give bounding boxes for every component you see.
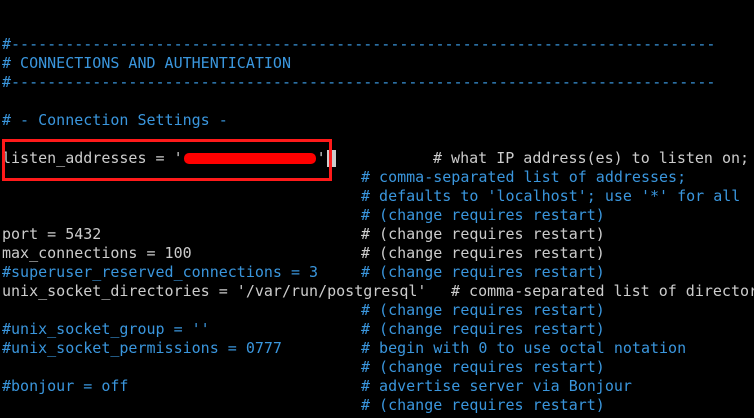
comment-line: # advertise server via Bonjour	[361, 377, 632, 395]
terminal-window[interactable]: #---------------------------------------…	[0, 0, 754, 418]
comment-line: # (change requires restart)	[361, 225, 605, 243]
subsection-heading: # - Connection Settings -	[2, 111, 228, 129]
comment-line: # comma-separated list of addresses;	[361, 168, 687, 186]
bonjour-setting: #bonjour = off	[2, 377, 129, 395]
comment-line: # (change requires restart)	[361, 206, 605, 224]
comment-line: # (change requires restart)	[361, 263, 605, 281]
unix-socket-directories-setting: unix_socket_directories = '/var/run/post…	[2, 282, 427, 300]
separator-line: #---------------------------------------…	[2, 73, 716, 91]
unix-socket-permissions-setting: #unix_socket_permissions = 0777	[2, 339, 282, 357]
comment-line: # (change requires restart)	[361, 320, 605, 338]
superuser-reserved-setting: #superuser_reserved_connections = 3	[2, 263, 319, 281]
listen-addresses-comment: # what IP address(es) to listen on;	[433, 149, 750, 167]
highlight-box	[2, 139, 332, 181]
section-heading: # CONNECTIONS AND AUTHENTICATION	[2, 54, 291, 72]
comment-line: # (change requires restart)	[361, 301, 605, 319]
comment-line: # defaults to 'localhost'; use '*' for a…	[361, 187, 741, 205]
comment-line: # begin with 0 to use octal notation	[361, 339, 687, 357]
max-connections-setting: max_connections = 100	[2, 244, 192, 262]
comment-line: # comma-separated list of directories	[451, 282, 754, 300]
comment-line: # (change requires restart)	[361, 358, 605, 376]
unix-socket-group-setting: #unix_socket_group = ''	[2, 320, 210, 338]
comment-line: # (change requires restart)	[361, 396, 605, 414]
comment-line: # (change requires restart)	[361, 244, 605, 262]
separator-line: #---------------------------------------…	[2, 35, 716, 53]
port-setting: port = 5432	[2, 225, 102, 243]
